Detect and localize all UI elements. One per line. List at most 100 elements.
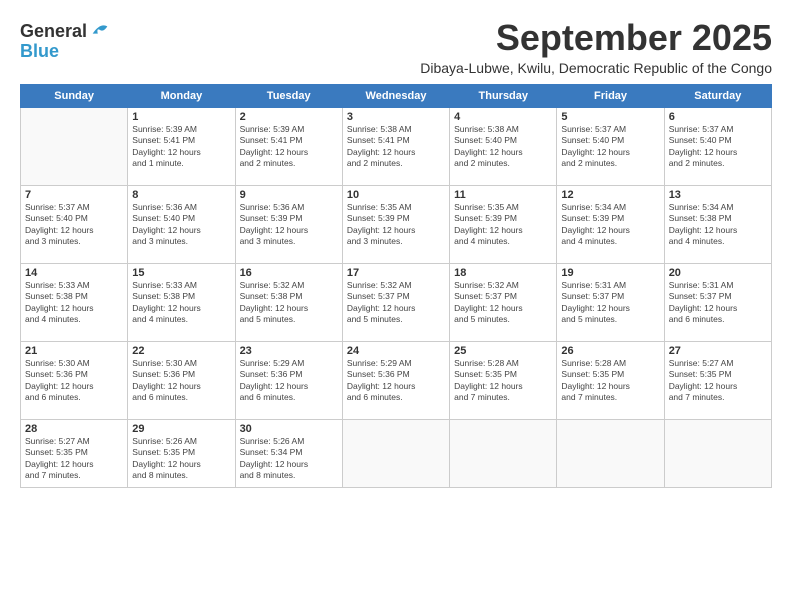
day-info: Sunrise: 5:30 AM Sunset: 5:36 PM Dayligh…	[132, 358, 230, 404]
day-info: Sunrise: 5:37 AM Sunset: 5:40 PM Dayligh…	[561, 124, 659, 170]
day-info: Sunrise: 5:39 AM Sunset: 5:41 PM Dayligh…	[132, 124, 230, 170]
calendar-cell: 22Sunrise: 5:30 AM Sunset: 5:36 PM Dayli…	[128, 341, 235, 419]
day-number: 14	[25, 267, 123, 279]
logo-text-line1: General	[20, 22, 87, 42]
day-info: Sunrise: 5:29 AM Sunset: 5:36 PM Dayligh…	[347, 358, 445, 404]
day-number: 3	[347, 111, 445, 123]
calendar-cell: 13Sunrise: 5:34 AM Sunset: 5:38 PM Dayli…	[664, 185, 771, 263]
weekday-header-friday: Friday	[557, 84, 664, 107]
day-info: Sunrise: 5:34 AM Sunset: 5:38 PM Dayligh…	[669, 202, 767, 248]
day-info: Sunrise: 5:29 AM Sunset: 5:36 PM Dayligh…	[240, 358, 338, 404]
day-info: Sunrise: 5:26 AM Sunset: 5:35 PM Dayligh…	[132, 436, 230, 482]
weekday-header-sunday: Sunday	[21, 84, 128, 107]
weekday-header-tuesday: Tuesday	[235, 84, 342, 107]
day-number: 10	[347, 189, 445, 201]
day-info: Sunrise: 5:39 AM Sunset: 5:41 PM Dayligh…	[240, 124, 338, 170]
day-number: 15	[132, 267, 230, 279]
day-info: Sunrise: 5:32 AM Sunset: 5:37 PM Dayligh…	[454, 280, 552, 326]
day-number: 27	[669, 345, 767, 357]
day-number: 11	[454, 189, 552, 201]
day-number: 17	[347, 267, 445, 279]
day-number: 19	[561, 267, 659, 279]
calendar-cell: 14Sunrise: 5:33 AM Sunset: 5:38 PM Dayli…	[21, 263, 128, 341]
day-number: 4	[454, 111, 552, 123]
calendar-cell: 5Sunrise: 5:37 AM Sunset: 5:40 PM Daylig…	[557, 107, 664, 185]
day-number: 7	[25, 189, 123, 201]
weekday-header-thursday: Thursday	[450, 84, 557, 107]
day-info: Sunrise: 5:28 AM Sunset: 5:35 PM Dayligh…	[561, 358, 659, 404]
calendar-cell: 15Sunrise: 5:33 AM Sunset: 5:38 PM Dayli…	[128, 263, 235, 341]
day-number: 16	[240, 267, 338, 279]
header: General Blue September 2025 Dibaya-Lubwe…	[20, 18, 772, 76]
day-info: Sunrise: 5:36 AM Sunset: 5:40 PM Dayligh…	[132, 202, 230, 248]
day-info: Sunrise: 5:31 AM Sunset: 5:37 PM Dayligh…	[561, 280, 659, 326]
calendar-cell: 29Sunrise: 5:26 AM Sunset: 5:35 PM Dayli…	[128, 419, 235, 487]
calendar-cell: 11Sunrise: 5:35 AM Sunset: 5:39 PM Dayli…	[450, 185, 557, 263]
calendar-cell: 27Sunrise: 5:27 AM Sunset: 5:35 PM Dayli…	[664, 341, 771, 419]
month-title: September 2025	[420, 18, 772, 58]
day-info: Sunrise: 5:38 AM Sunset: 5:41 PM Dayligh…	[347, 124, 445, 170]
calendar-cell: 1Sunrise: 5:39 AM Sunset: 5:41 PM Daylig…	[128, 107, 235, 185]
day-info: Sunrise: 5:30 AM Sunset: 5:36 PM Dayligh…	[25, 358, 123, 404]
calendar-cell: 16Sunrise: 5:32 AM Sunset: 5:38 PM Dayli…	[235, 263, 342, 341]
day-info: Sunrise: 5:33 AM Sunset: 5:38 PM Dayligh…	[132, 280, 230, 326]
calendar-cell: 18Sunrise: 5:32 AM Sunset: 5:37 PM Dayli…	[450, 263, 557, 341]
weekday-header-saturday: Saturday	[664, 84, 771, 107]
logo-text-line2: Blue	[20, 41, 59, 61]
day-number: 20	[669, 267, 767, 279]
calendar-week-row: 21Sunrise: 5:30 AM Sunset: 5:36 PM Dayli…	[21, 341, 772, 419]
calendar-cell	[557, 419, 664, 487]
calendar-cell: 24Sunrise: 5:29 AM Sunset: 5:36 PM Dayli…	[342, 341, 449, 419]
day-number: 22	[132, 345, 230, 357]
calendar-cell: 26Sunrise: 5:28 AM Sunset: 5:35 PM Dayli…	[557, 341, 664, 419]
calendar-cell: 6Sunrise: 5:37 AM Sunset: 5:40 PM Daylig…	[664, 107, 771, 185]
day-info: Sunrise: 5:35 AM Sunset: 5:39 PM Dayligh…	[347, 202, 445, 248]
weekday-header-row: SundayMondayTuesdayWednesdayThursdayFrid…	[21, 84, 772, 107]
day-number: 28	[25, 423, 123, 435]
calendar-cell: 12Sunrise: 5:34 AM Sunset: 5:39 PM Dayli…	[557, 185, 664, 263]
day-number: 1	[132, 111, 230, 123]
calendar-cell	[342, 419, 449, 487]
day-info: Sunrise: 5:32 AM Sunset: 5:38 PM Dayligh…	[240, 280, 338, 326]
day-number: 29	[132, 423, 230, 435]
day-number: 9	[240, 189, 338, 201]
calendar-cell: 19Sunrise: 5:31 AM Sunset: 5:37 PM Dayli…	[557, 263, 664, 341]
day-number: 12	[561, 189, 659, 201]
day-info: Sunrise: 5:27 AM Sunset: 5:35 PM Dayligh…	[669, 358, 767, 404]
calendar-cell: 8Sunrise: 5:36 AM Sunset: 5:40 PM Daylig…	[128, 185, 235, 263]
weekday-header-wednesday: Wednesday	[342, 84, 449, 107]
day-number: 25	[454, 345, 552, 357]
calendar-cell: 9Sunrise: 5:36 AM Sunset: 5:39 PM Daylig…	[235, 185, 342, 263]
calendar-week-row: 28Sunrise: 5:27 AM Sunset: 5:35 PM Dayli…	[21, 419, 772, 487]
day-number: 30	[240, 423, 338, 435]
location-title: Dibaya-Lubwe, Kwilu, Democratic Republic…	[420, 60, 772, 76]
calendar-cell	[664, 419, 771, 487]
calendar-cell: 21Sunrise: 5:30 AM Sunset: 5:36 PM Dayli…	[21, 341, 128, 419]
calendar-cell: 17Sunrise: 5:32 AM Sunset: 5:37 PM Dayli…	[342, 263, 449, 341]
page: General Blue September 2025 Dibaya-Lubwe…	[0, 0, 792, 612]
day-info: Sunrise: 5:33 AM Sunset: 5:38 PM Dayligh…	[25, 280, 123, 326]
day-info: Sunrise: 5:27 AM Sunset: 5:35 PM Dayligh…	[25, 436, 123, 482]
title-block: September 2025 Dibaya-Lubwe, Kwilu, Demo…	[420, 18, 772, 76]
calendar-table: SundayMondayTuesdayWednesdayThursdayFrid…	[20, 84, 772, 488]
day-info: Sunrise: 5:28 AM Sunset: 5:35 PM Dayligh…	[454, 358, 552, 404]
day-info: Sunrise: 5:26 AM Sunset: 5:34 PM Dayligh…	[240, 436, 338, 482]
day-number: 18	[454, 267, 552, 279]
day-number: 8	[132, 189, 230, 201]
day-info: Sunrise: 5:37 AM Sunset: 5:40 PM Dayligh…	[25, 202, 123, 248]
day-info: Sunrise: 5:32 AM Sunset: 5:37 PM Dayligh…	[347, 280, 445, 326]
day-info: Sunrise: 5:38 AM Sunset: 5:40 PM Dayligh…	[454, 124, 552, 170]
day-number: 26	[561, 345, 659, 357]
day-number: 6	[669, 111, 767, 123]
calendar-cell: 20Sunrise: 5:31 AM Sunset: 5:37 PM Dayli…	[664, 263, 771, 341]
day-number: 23	[240, 345, 338, 357]
calendar-cell: 28Sunrise: 5:27 AM Sunset: 5:35 PM Dayli…	[21, 419, 128, 487]
logo-icon	[89, 19, 111, 41]
calendar-week-row: 14Sunrise: 5:33 AM Sunset: 5:38 PM Dayli…	[21, 263, 772, 341]
day-number: 5	[561, 111, 659, 123]
calendar-cell	[450, 419, 557, 487]
calendar-cell: 4Sunrise: 5:38 AM Sunset: 5:40 PM Daylig…	[450, 107, 557, 185]
day-number: 21	[25, 345, 123, 357]
day-number: 2	[240, 111, 338, 123]
calendar-cell	[21, 107, 128, 185]
